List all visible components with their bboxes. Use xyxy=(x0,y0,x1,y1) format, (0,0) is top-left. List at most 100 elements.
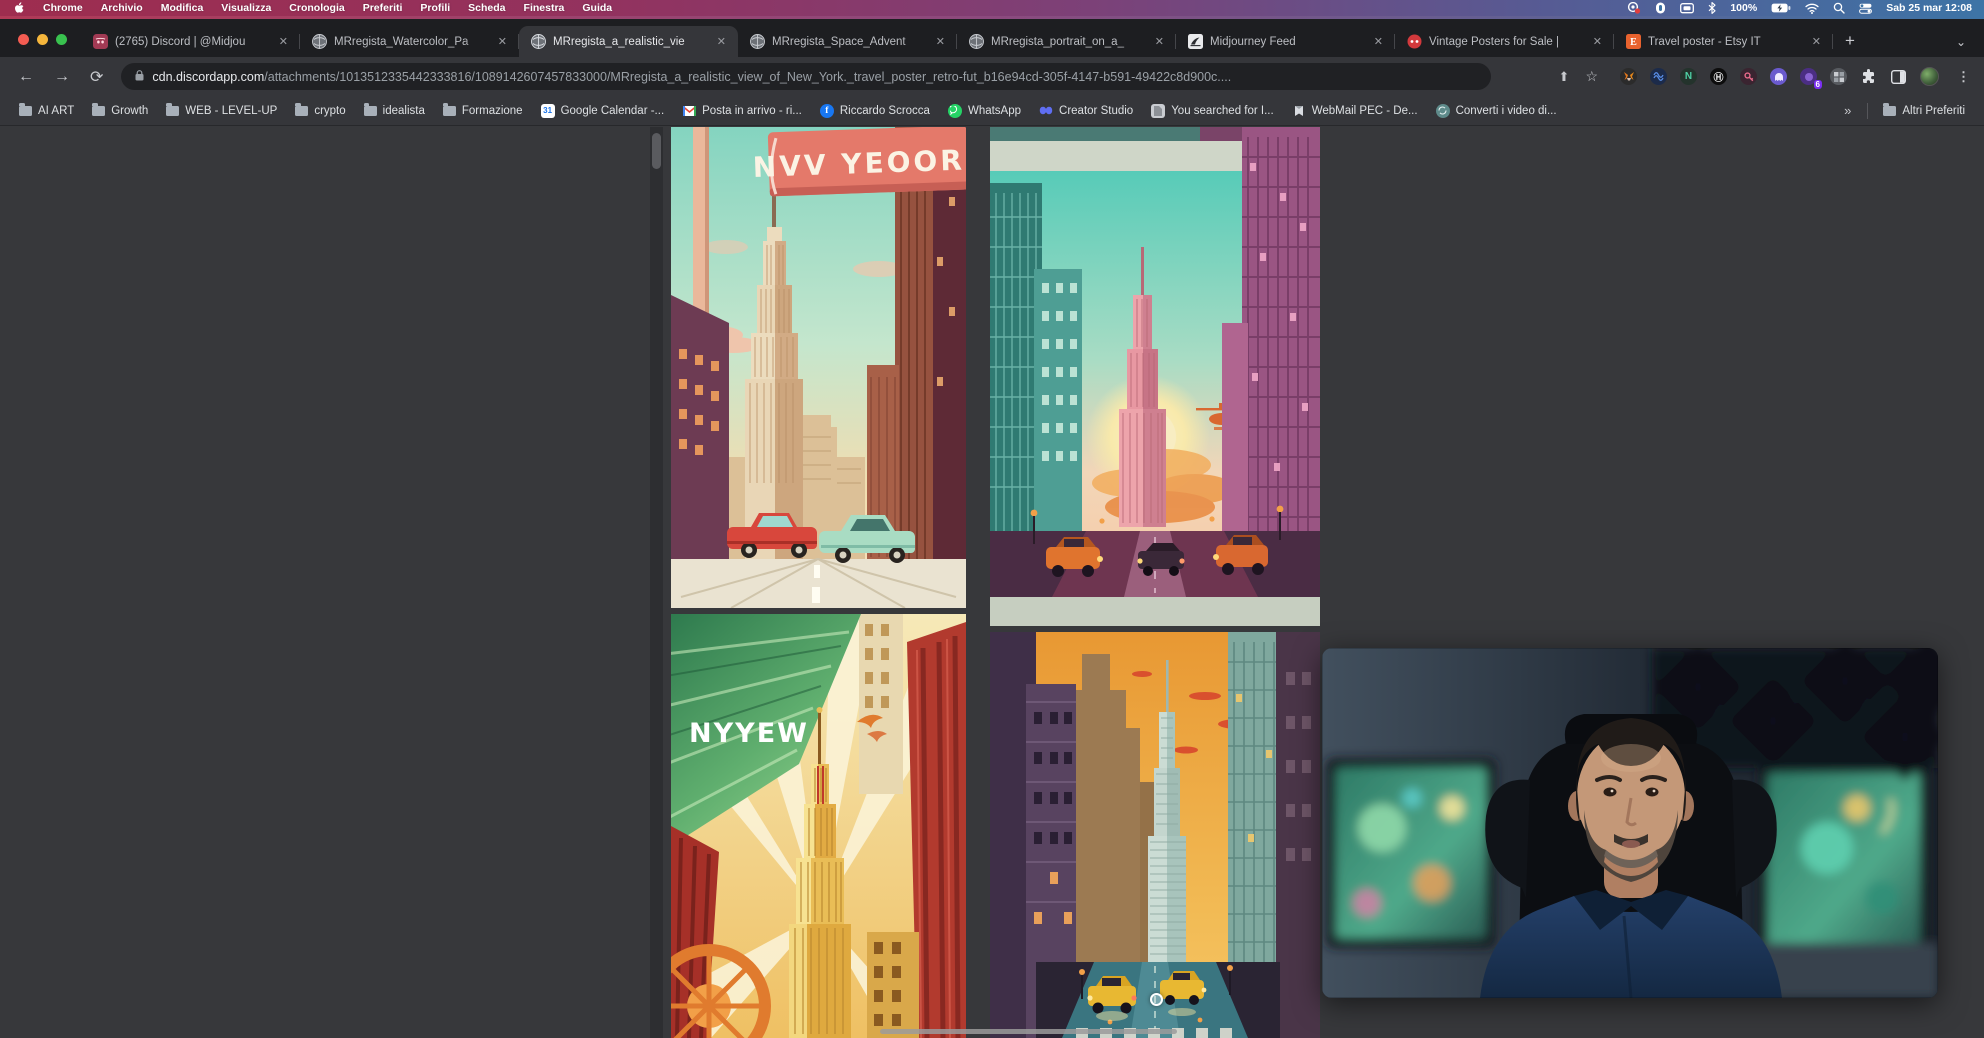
shield-icon[interactable] xyxy=(1655,2,1666,14)
tab-close-icon[interactable]: ✕ xyxy=(1151,33,1168,50)
url-text: cdn.discordapp.com/attachments/101351233… xyxy=(152,70,1231,84)
bookmark-creator-studio[interactable]: Creator Studio xyxy=(1030,100,1142,122)
back-button[interactable]: ← xyxy=(8,68,44,86)
poster-new-york-retro-cars[interactable]: NVV YEOORE xyxy=(671,127,966,608)
wifi-icon[interactable] xyxy=(1805,2,1819,14)
poster-title-bottom-left: NYYEW xyxy=(689,718,809,749)
poster-new-york-amber-taxis[interactable] xyxy=(990,632,1320,1038)
globe-icon xyxy=(531,34,546,49)
close-window-button[interactable] xyxy=(18,34,29,45)
menu-item-archivio[interactable]: Archivio xyxy=(101,2,143,14)
tab-close-icon[interactable]: ✕ xyxy=(275,33,292,50)
menu-item-scheda[interactable]: Scheda xyxy=(468,2,505,14)
profile-avatar[interactable] xyxy=(1920,67,1939,86)
menu-item-chrome[interactable]: Chrome xyxy=(43,2,83,14)
bookmark-you-searched[interactable]: You searched for I... xyxy=(1142,100,1283,122)
menu-item-preferiti[interactable]: Preferiti xyxy=(363,2,403,14)
bookmark-star-icon[interactable]: ☆ xyxy=(1585,68,1598,85)
horizontal-scrollbar[interactable] xyxy=(880,1029,1177,1034)
folder-icon xyxy=(92,106,105,116)
tab-close-icon[interactable]: ✕ xyxy=(1589,33,1606,50)
menu-clock[interactable]: Sab 25 mar 12:08 xyxy=(1886,2,1972,14)
poster-new-york-golden-rays[interactable]: NYYEW xyxy=(671,614,966,1038)
midjourney-icon xyxy=(1188,34,1203,49)
bookmark-label: You searched for I... xyxy=(1171,105,1274,117)
tab-realistic-view-active[interactable]: MRregista_a_realistic_vie ✕ xyxy=(519,26,738,57)
share-icon[interactable]: ⬆ xyxy=(1559,69,1570,85)
menu-item-cronologia[interactable]: Cronologia xyxy=(289,2,344,14)
bookmark-facebook[interactable]: fRiccardo Scrocca xyxy=(811,100,939,122)
creator-studio-icon xyxy=(1039,104,1053,118)
h-extension-icon[interactable]: Ⓗ xyxy=(1710,68,1727,85)
menu-item-finestra[interactable]: Finestra xyxy=(524,2,565,14)
zoom-window-button[interactable] xyxy=(56,34,67,45)
tab-discord[interactable]: (2765) Discord | @Midjou ✕ xyxy=(81,26,300,57)
purple-extension-icon[interactable]: 6 xyxy=(1800,68,1817,85)
wave-extension-icon[interactable] xyxy=(1650,68,1667,85)
scrollbar-thumb[interactable] xyxy=(652,133,661,169)
password-key-icon[interactable] xyxy=(1740,68,1757,85)
converter-icon xyxy=(1436,104,1450,118)
globe-icon xyxy=(969,34,984,49)
menu-item-profili[interactable]: Profili xyxy=(420,2,450,14)
tab-close-icon[interactable]: ✕ xyxy=(1370,33,1387,50)
whatsapp-icon xyxy=(948,104,962,118)
poster-new-york-sunset-cars[interactable] xyxy=(990,127,1320,626)
forward-button[interactable]: → xyxy=(44,68,80,86)
bookmark-altri-preferiti[interactable]: Altri Preferiti xyxy=(1874,100,1974,122)
bookmark-folder-formazione[interactable]: Formazione xyxy=(434,100,532,122)
control-center-icon[interactable] xyxy=(1859,2,1872,14)
screen-record-icon[interactable] xyxy=(1627,2,1641,14)
tab-title: Midjourney Feed xyxy=(1210,36,1363,48)
bookmark-webmail-pec[interactable]: WebMail PEC - De... xyxy=(1283,100,1427,122)
tab-portrait[interactable]: MRregista_portrait_on_a_ ✕ xyxy=(957,26,1176,57)
new-tab-button[interactable]: + xyxy=(1833,31,1869,57)
tab-midjourney-feed[interactable]: Midjourney Feed ✕ xyxy=(1176,26,1395,57)
url-domain: cdn.discordapp.com xyxy=(152,70,264,84)
ghost-extension-icon[interactable] xyxy=(1770,68,1787,85)
tab-vintage-posters[interactable]: Vintage Posters for Sale | ✕ xyxy=(1395,26,1614,57)
tab-close-icon[interactable]: ✕ xyxy=(494,33,511,50)
bookmark-folder-growth[interactable]: Growth xyxy=(83,100,157,122)
menu-item-guida[interactable]: Guida xyxy=(582,2,612,14)
chrome-menu-icon[interactable]: ⋮ xyxy=(1953,69,1984,85)
bookmark-google-calendar[interactable]: 31Google Calendar -... xyxy=(532,100,674,122)
tab-close-icon[interactable]: ✕ xyxy=(713,33,730,50)
tab-search-chevron-icon[interactable]: ⌄ xyxy=(1948,35,1984,57)
bookmark-folder-ai-art[interactable]: AI ART xyxy=(10,100,83,122)
tab-space-adventure[interactable]: MRregista_Space_Advent ✕ xyxy=(738,26,957,57)
menu-item-visualizza[interactable]: Visualizza xyxy=(221,2,271,14)
vertical-scrollbar[interactable] xyxy=(650,127,663,1038)
bookmark-converti-video[interactable]: Converti i video di... xyxy=(1427,100,1566,122)
bookmark-folder-idealista[interactable]: idealista xyxy=(355,100,434,122)
bookmark-whatsapp[interactable]: WhatsApp xyxy=(939,100,1030,122)
battery-icon[interactable] xyxy=(1771,2,1791,14)
minimize-window-button[interactable] xyxy=(37,34,48,45)
bookmarks-overflow-icon[interactable]: » xyxy=(1834,103,1861,118)
sidebar-icon[interactable] xyxy=(1890,68,1907,85)
menu-item-modifica[interactable]: Modifica xyxy=(161,2,204,14)
display-icon[interactable] xyxy=(1680,2,1694,14)
bookmark-gmail[interactable]: Posta in arrivo - ri... xyxy=(673,100,811,122)
bookmark-folder-web-level-up[interactable]: WEB - LEVEL-UP xyxy=(157,100,286,122)
n-extension-icon[interactable]: N xyxy=(1680,68,1697,85)
tab-close-icon[interactable]: ✕ xyxy=(1808,33,1825,50)
reload-button[interactable]: ⟳ xyxy=(80,67,113,87)
address-bar[interactable]: cdn.discordapp.com/attachments/101351233… xyxy=(121,63,1491,90)
mouse-cursor-highlight xyxy=(1150,993,1163,1006)
spotlight-icon[interactable] xyxy=(1833,2,1845,14)
bookmark-folder-crypto[interactable]: crypto xyxy=(286,100,354,122)
battery-percentage: 100% xyxy=(1730,2,1757,14)
apple-icon[interactable] xyxy=(14,2,25,14)
extensions-puzzle-icon[interactable] xyxy=(1860,68,1877,85)
tab-watercolor[interactable]: MRregista_Watercolor_Pa ✕ xyxy=(300,26,519,57)
bluetooth-icon[interactable] xyxy=(1708,2,1716,14)
tab-etsy[interactable]: E Travel poster - Etsy IT ✕ xyxy=(1614,26,1833,57)
metamask-icon[interactable] xyxy=(1620,68,1637,85)
lock-icon[interactable] xyxy=(135,70,144,84)
tab-strip: (2765) Discord | @Midjou ✕ MRregista_Wat… xyxy=(81,19,1984,57)
grid-extension-icon[interactable] xyxy=(1830,68,1847,85)
tab-close-icon[interactable]: ✕ xyxy=(932,33,949,50)
webmail-icon xyxy=(1292,104,1306,118)
bookmark-label: Creator Studio xyxy=(1059,105,1133,117)
